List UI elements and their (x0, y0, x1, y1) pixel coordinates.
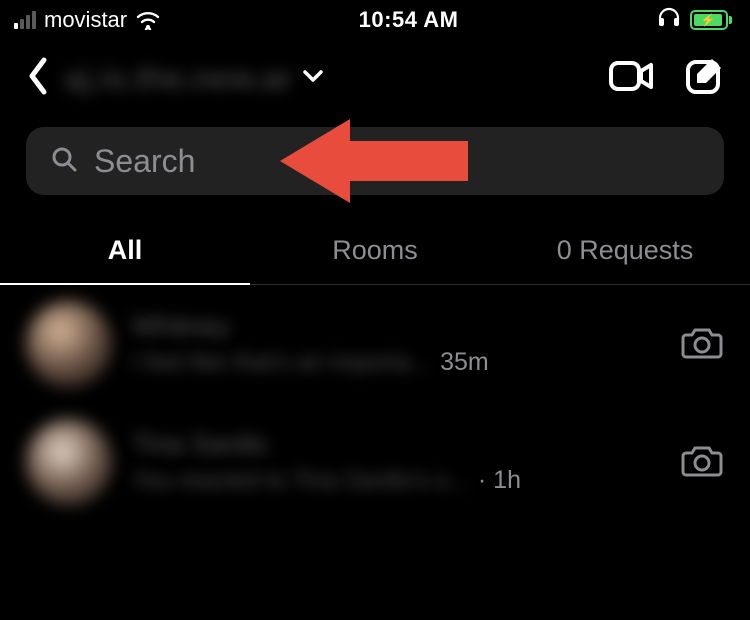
tab-all[interactable]: All (0, 219, 250, 284)
conversation-time: · 1h (478, 466, 521, 495)
tab-requests[interactable]: 0 Requests (500, 219, 750, 284)
inbox-tabs: All Rooms 0 Requests (0, 219, 750, 285)
conversation-name: Tina Sardis (132, 429, 650, 460)
conversation-body: Tina Sardis You reacted to Tina Sardis's… (132, 429, 650, 495)
camera-button[interactable] (680, 441, 724, 484)
chevron-down-icon (302, 69, 324, 88)
account-username: aj.is.the.new.ar (64, 60, 292, 97)
conversation-list: Whitney I feel like that's an importa...… (0, 285, 750, 521)
avatar (26, 419, 112, 505)
status-left: movistar (14, 7, 161, 33)
search-field[interactable] (26, 127, 724, 195)
conversation-row[interactable]: Whitney I feel like that's an importa...… (0, 285, 750, 403)
conversation-row[interactable]: Tina Sardis You reacted to Tina Sardis's… (0, 403, 750, 521)
inbox-header: aj.is.the.new.ar (0, 36, 750, 111)
conversation-time: 35m (440, 348, 489, 377)
avatar (26, 301, 112, 387)
conversation-name: Whitney (132, 311, 650, 342)
wifi-icon (135, 10, 161, 30)
back-button[interactable] (26, 56, 50, 101)
status-bar: movistar 10:54 AM ⚡ (0, 0, 750, 36)
battery-icon: ⚡ (690, 10, 732, 30)
conversation-snippet: You reacted to Tina Sardis's s... (132, 467, 468, 495)
search-icon (50, 145, 78, 178)
camera-button[interactable] (680, 323, 724, 366)
carrier-label: movistar (44, 7, 127, 33)
compose-button[interactable] (684, 56, 724, 101)
search-input[interactable] (94, 143, 700, 180)
headphones-icon (656, 6, 682, 34)
status-right: ⚡ (656, 6, 732, 34)
conversation-body: Whitney I feel like that's an importa...… (132, 311, 650, 377)
clock-label: 10:54 AM (359, 7, 459, 33)
tab-rooms[interactable]: Rooms (250, 219, 500, 284)
cellular-signal-icon (14, 11, 36, 29)
video-call-button[interactable] (608, 59, 654, 98)
conversation-snippet: I feel like that's an importa... (132, 349, 430, 377)
account-switcher[interactable]: aj.is.the.new.ar (64, 60, 594, 97)
search-container (0, 111, 750, 203)
